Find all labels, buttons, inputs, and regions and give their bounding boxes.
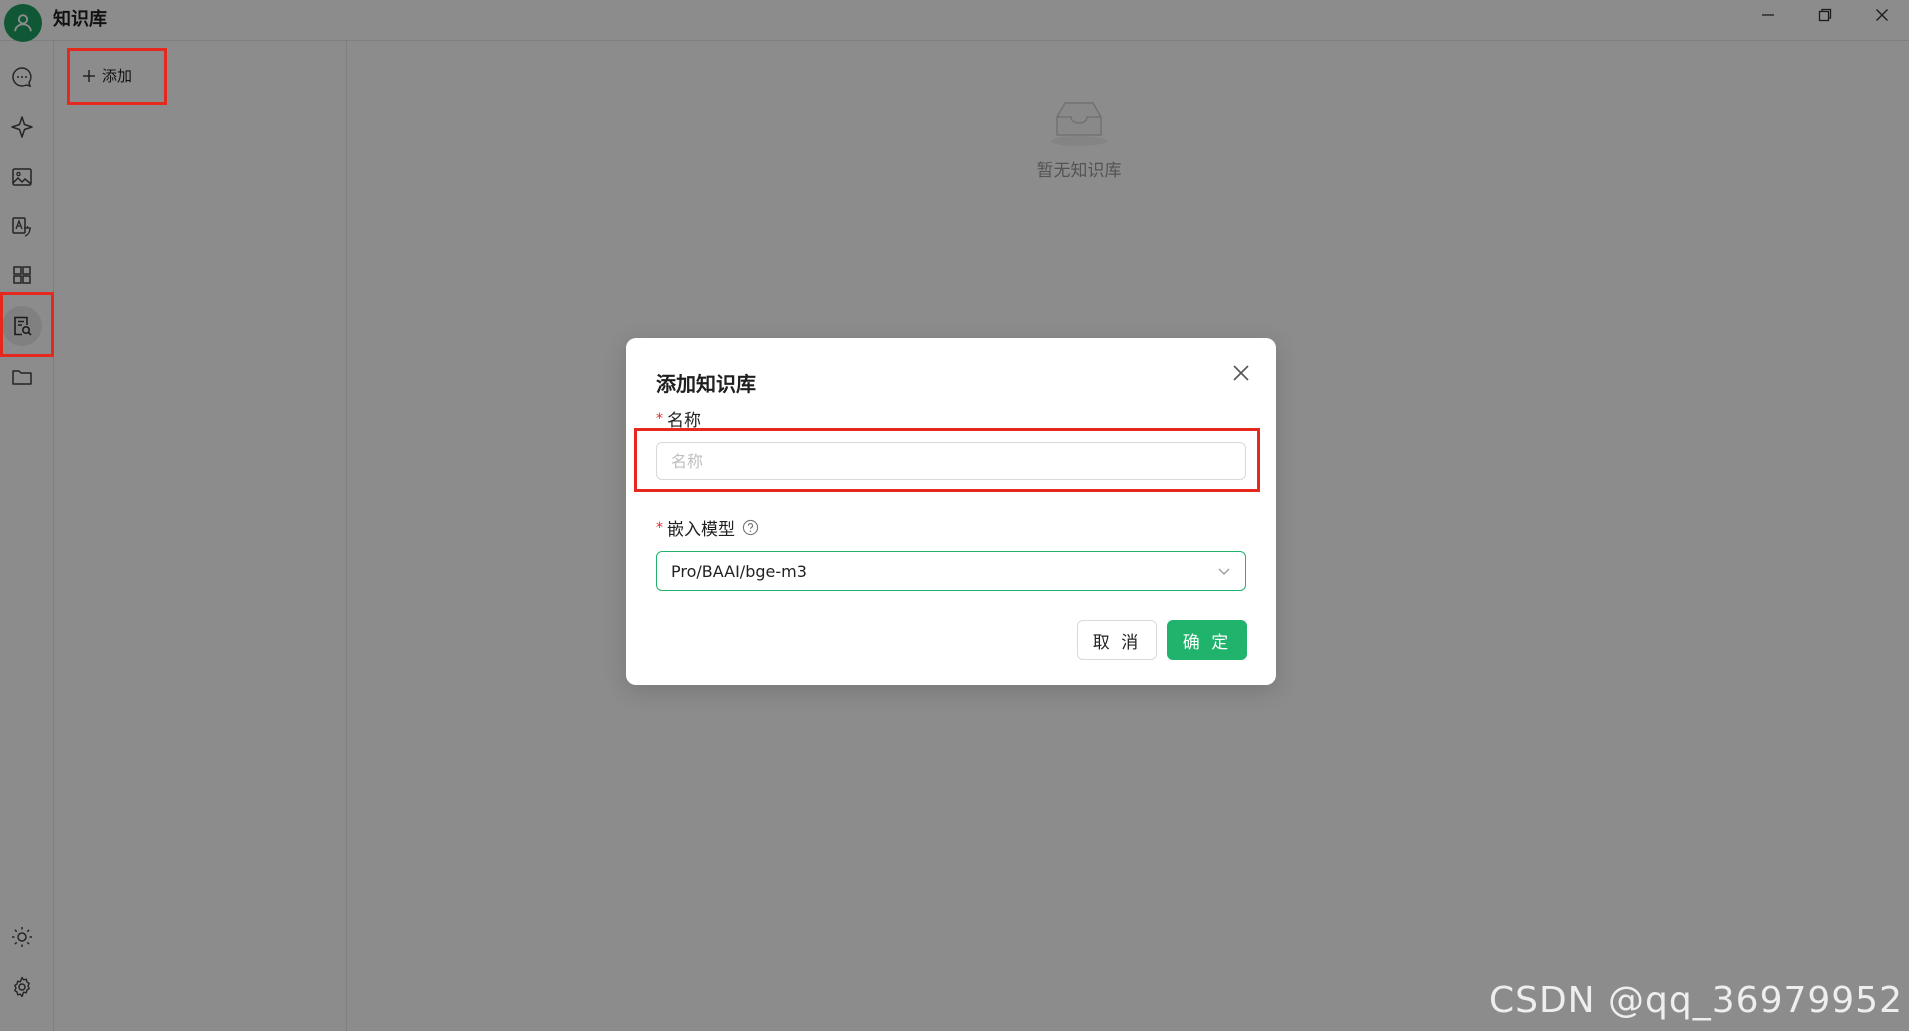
model-label: 嵌入模型 bbox=[667, 520, 735, 540]
help-icon[interactable] bbox=[742, 519, 759, 536]
embedding-model-value: Pro/BAAI/bge-m3 bbox=[671, 561, 807, 581]
cancel-button[interactable]: 取 消 bbox=[1077, 620, 1157, 660]
required-mark: * bbox=[656, 519, 663, 536]
embedding-model-select[interactable]: Pro/BAAI/bge-m3 bbox=[656, 551, 1246, 591]
highlight-name-input bbox=[634, 428, 1260, 492]
close-icon bbox=[1233, 365, 1249, 381]
watermark-text: CSDN @qq_36979952 bbox=[1488, 980, 1903, 1021]
model-label-row: * 嵌入模型 bbox=[656, 515, 759, 540]
highlight-add-button bbox=[67, 48, 167, 105]
add-knowledge-dialog: 添加知识库 * 名称 * 嵌入模型 Pro/BAAI/bge-m3 bbox=[626, 338, 1276, 685]
required-mark: * bbox=[656, 410, 663, 427]
dialog-close-button[interactable] bbox=[1228, 360, 1254, 386]
chevron-down-icon bbox=[1218, 568, 1230, 575]
highlight-knowledge-nav bbox=[0, 292, 54, 357]
confirm-button[interactable]: 确 定 bbox=[1167, 620, 1247, 660]
app-window: 知识库 添加 暂无知识库 添加知识库 * 名称 名称 * 嵌入模型 Pro/BA… bbox=[0, 0, 1909, 1031]
dialog-title: 添加知识库 bbox=[656, 372, 756, 396]
